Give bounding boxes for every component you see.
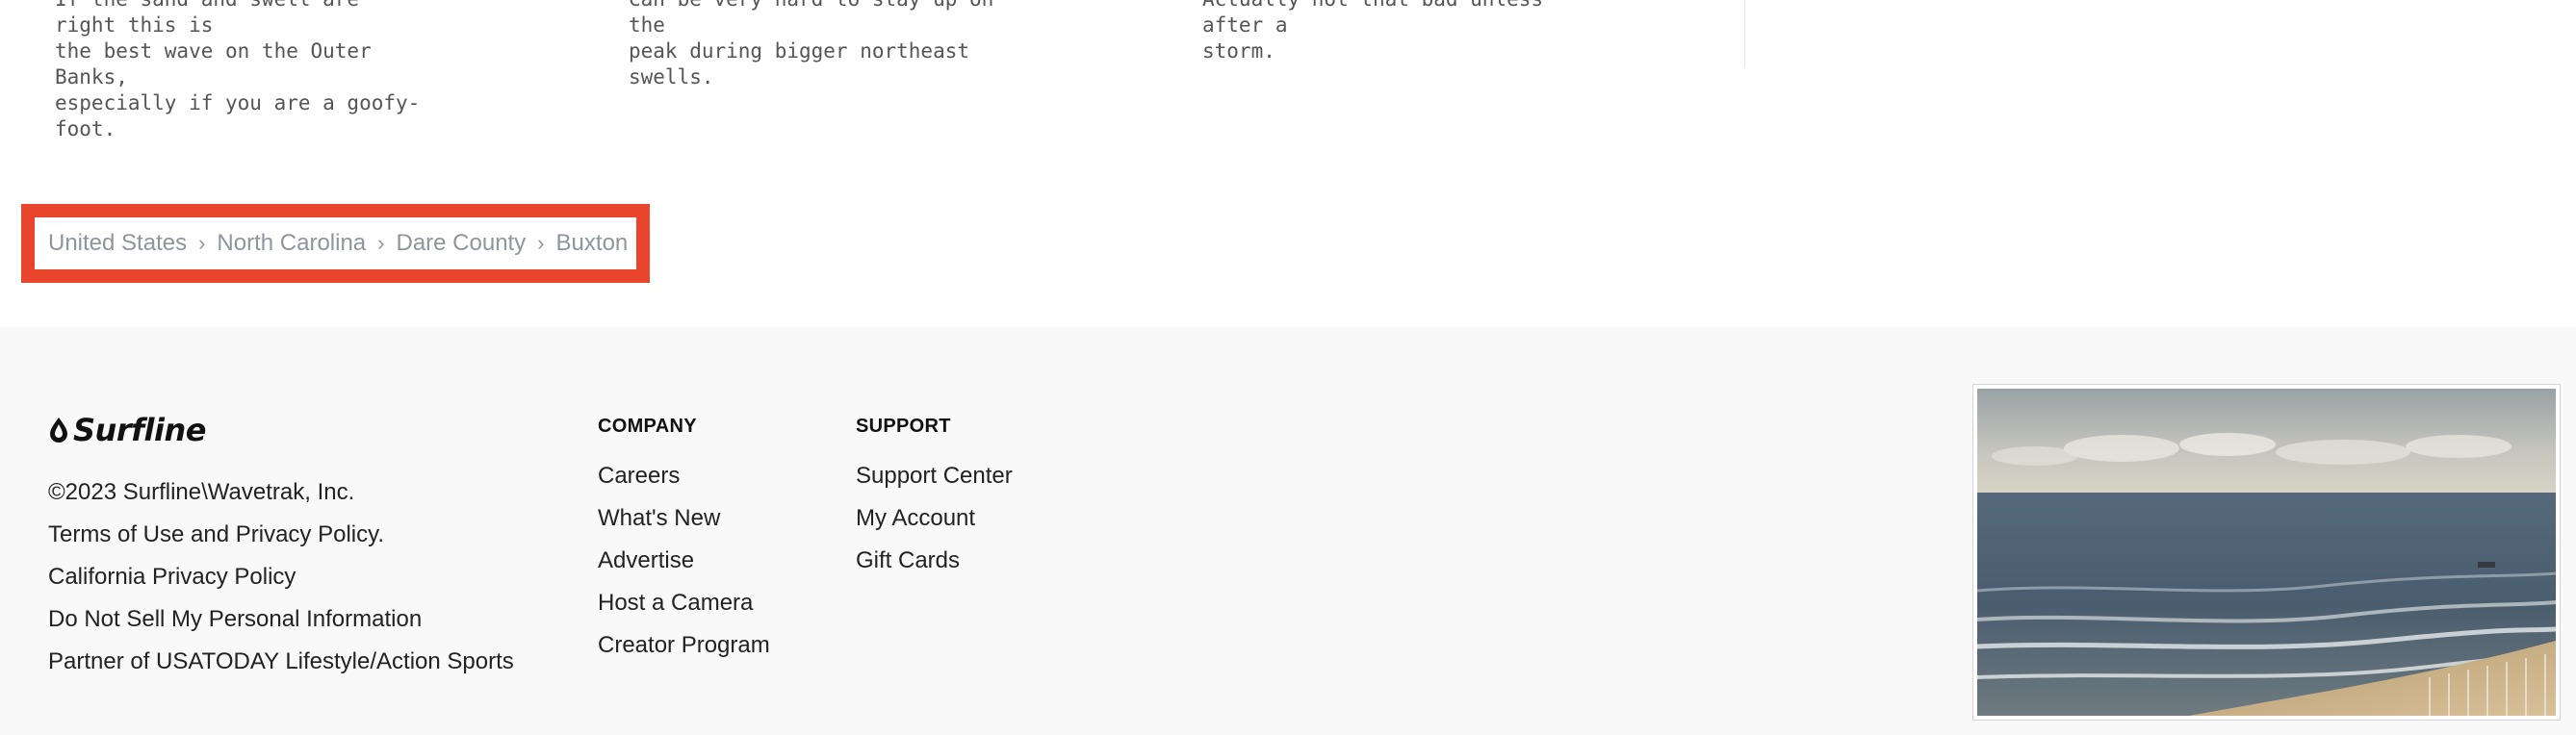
- breadcrumb: United States › North Carolina › Dare Co…: [35, 217, 636, 269]
- site-footer: Surfline ©2023 Surfline\Wavetrak, Inc. T…: [0, 327, 2576, 735]
- california-privacy-link[interactable]: California Privacy Policy: [48, 556, 514, 598]
- breadcrumb-separator: ›: [198, 231, 206, 255]
- breadcrumb-separator: ›: [537, 231, 545, 255]
- company-heading: COMPANY: [598, 416, 697, 437]
- support-heading: SUPPORT: [856, 416, 951, 437]
- careers-link[interactable]: Careers: [598, 455, 770, 497]
- legal-links: ©2023 Surfline\Wavetrak, Inc. Terms of U…: [48, 471, 514, 683]
- breadcrumb-highlight: United States › North Carolina › Dare Co…: [21, 204, 650, 283]
- surfline-drop-icon: [50, 418, 67, 443]
- breadcrumb-item-north-carolina[interactable]: North Carolina: [217, 230, 366, 257]
- column-divider: [1744, 0, 1745, 67]
- support-links-column: SUPPORT Support Center My Account Gift C…: [856, 416, 1013, 582]
- copyright-text: ©2023 Surfline\Wavetrak, Inc.: [48, 479, 355, 505]
- creator-program-link[interactable]: Creator Program: [598, 624, 770, 667]
- support-center-link[interactable]: Support Center: [856, 455, 1013, 497]
- breadcrumb-item-dare-county[interactable]: Dare County: [396, 230, 526, 257]
- spot-card: If the sand and swell are right this is …: [55, 0, 421, 142]
- breadcrumb-item-united-states[interactable]: United States: [48, 230, 187, 257]
- terms-privacy-link[interactable]: Terms of Use and Privacy Policy.: [48, 514, 514, 556]
- spot-description: If the sand and swell are right this is …: [55, 0, 421, 140]
- company-links-column: COMPANY Careers What's New Advertise Hos…: [598, 416, 770, 667]
- surfline-logo[interactable]: Surfline: [48, 412, 206, 448]
- beach-cam-image: [1977, 389, 2556, 716]
- spot-descriptions-section: If the sand and swell are right this is …: [0, 0, 2576, 327]
- do-not-sell-link[interactable]: Do Not Sell My Personal Information: [48, 598, 514, 641]
- spot-description: Can be very hard to stay up on the peak …: [629, 0, 993, 89]
- my-account-link[interactable]: My Account: [856, 497, 1013, 540]
- breadcrumb-item-buxton[interactable]: Buxton: [556, 230, 629, 257]
- spot-description: Actually not that bad unless after a sto…: [1202, 0, 1543, 63]
- host-a-camera-link[interactable]: Host a Camera: [598, 582, 770, 624]
- brand-name: Surfline: [73, 412, 206, 448]
- whats-new-link[interactable]: What's New: [598, 497, 770, 540]
- spot-card: Can be very hard to stay up on the peak …: [629, 0, 994, 90]
- advertise-link[interactable]: Advertise: [598, 540, 770, 582]
- breadcrumb-separator: ›: [377, 231, 385, 255]
- surf-cam-thumbnail[interactable]: [1973, 385, 2560, 720]
- partner-link[interactable]: Partner of USATODAY Lifestyle/Action Spo…: [48, 641, 514, 683]
- spot-card: Actually not that bad unless after a sto…: [1202, 0, 1568, 64]
- gift-cards-link[interactable]: Gift Cards: [856, 540, 1013, 582]
